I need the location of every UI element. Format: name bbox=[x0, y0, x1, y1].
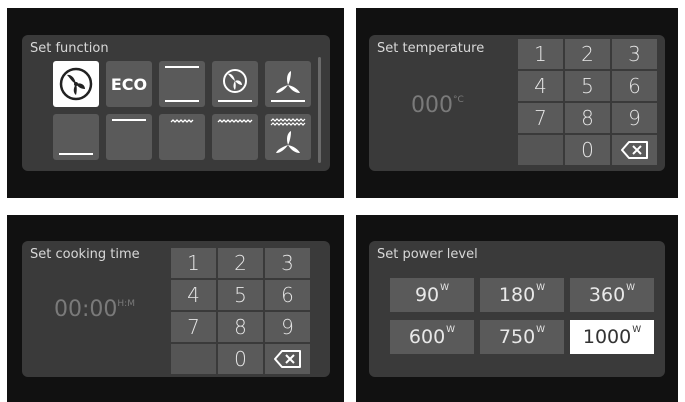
panel-title: Set function bbox=[30, 41, 109, 56]
top-bottom-heat-icon bbox=[165, 66, 199, 102]
panel-title: Set power level bbox=[377, 247, 478, 262]
top-heat-icon bbox=[112, 119, 146, 121]
grill-button[interactable] bbox=[159, 114, 205, 160]
power-level-360-button[interactable]: 360 W bbox=[570, 278, 654, 312]
fan-grill-icon bbox=[271, 71, 305, 102]
grill-fan-button[interactable] bbox=[265, 114, 311, 160]
digit-key-6[interactable]: 6 bbox=[612, 71, 657, 101]
power-panel: Set power level 90 W 180 W 360 W 600 W 750 W 1000 W bbox=[369, 241, 665, 377]
power-level-unit: W bbox=[440, 283, 450, 293]
top-heat-button[interactable] bbox=[106, 114, 152, 160]
temperature-readout: 000°C bbox=[411, 93, 464, 118]
digit-key-8[interactable]: 8 bbox=[565, 103, 610, 133]
digit-key-1[interactable]: 1 bbox=[171, 248, 216, 278]
panel-title: Set temperature bbox=[377, 41, 485, 56]
power-level-value: 180 bbox=[498, 284, 536, 306]
top-bottom-heat-button[interactable] bbox=[159, 61, 205, 107]
eco-label: ECO bbox=[110, 74, 148, 94]
temperature-unit: °C bbox=[453, 95, 464, 105]
temperature-screen: Set temperature 000°C 123 456 7890 bbox=[356, 8, 678, 198]
time-unit: H:M bbox=[117, 299, 135, 309]
blank-key[interactable] bbox=[518, 135, 563, 165]
power-level-750-button[interactable]: 750 W bbox=[480, 320, 564, 354]
power-screen: Set power level 90 W 180 W 360 W 600 W 750 W 1000 W bbox=[356, 215, 678, 402]
eco-function-button[interactable]: ECO bbox=[106, 61, 152, 107]
function-scrollbar[interactable] bbox=[318, 57, 321, 163]
power-level-90-button[interactable]: 90 W bbox=[390, 278, 474, 312]
backspace-icon bbox=[273, 350, 301, 368]
fan-icon bbox=[59, 67, 93, 101]
power-level-value: 90 bbox=[414, 284, 440, 306]
digit-key-0[interactable]: 0 bbox=[565, 135, 610, 165]
function-panel: Set function ECO bbox=[22, 35, 330, 171]
power-level-180-button[interactable]: 180 W bbox=[480, 278, 564, 312]
digit-key-6[interactable]: 6 bbox=[265, 280, 310, 310]
digit-key-7[interactable]: 7 bbox=[518, 103, 563, 133]
digit-key-7[interactable]: 7 bbox=[171, 312, 216, 342]
power-level-value: 750 bbox=[498, 326, 536, 348]
bottom-heat-button[interactable] bbox=[53, 114, 99, 160]
digit-key-9[interactable]: 9 bbox=[265, 312, 310, 342]
panel-title: Set cooking time bbox=[30, 247, 140, 262]
digit-key-4[interactable]: 4 bbox=[518, 71, 563, 101]
power-level-unit: W bbox=[536, 325, 546, 335]
digit-key-4[interactable]: 4 bbox=[171, 280, 216, 310]
grill-fan-icon bbox=[270, 118, 306, 153]
grill-icon bbox=[170, 119, 194, 123]
power-level-unit: W bbox=[446, 325, 456, 335]
digit-key-2[interactable]: 2 bbox=[218, 248, 263, 278]
double-grill-icon bbox=[217, 119, 253, 123]
fan-function-button[interactable] bbox=[53, 61, 99, 107]
power-level-unit: W bbox=[626, 283, 636, 293]
power-level-value: 360 bbox=[588, 284, 626, 306]
power-level-value: 1000 bbox=[582, 326, 632, 348]
time-panel: Set cooking time 00:00H:M 123 456 7890 bbox=[22, 241, 330, 377]
power-level-1000-button[interactable]: 1000 W bbox=[570, 320, 654, 354]
digit-key-3[interactable]: 3 bbox=[265, 248, 310, 278]
double-grill-button[interactable] bbox=[212, 114, 258, 160]
digit-key-5[interactable]: 5 bbox=[565, 71, 610, 101]
power-level-600-button[interactable]: 600 W bbox=[390, 320, 474, 354]
digit-key-0[interactable]: 0 bbox=[218, 344, 263, 374]
time-readout: 00:00H:M bbox=[54, 297, 135, 322]
bottom-heat-icon bbox=[59, 153, 93, 155]
fan-bottom-heat-button[interactable] bbox=[212, 61, 258, 107]
digit-key-9[interactable]: 9 bbox=[612, 103, 657, 133]
power-level-unit: W bbox=[632, 325, 642, 335]
power-level-value: 600 bbox=[408, 326, 446, 348]
fan-bottom-heat-icon bbox=[218, 69, 252, 102]
backspace-icon bbox=[620, 141, 648, 159]
digit-key-1[interactable]: 1 bbox=[518, 39, 563, 69]
digit-key-8[interactable]: 8 bbox=[218, 312, 263, 342]
function-screen: Set function ECO bbox=[7, 8, 344, 198]
digit-key-3[interactable]: 3 bbox=[612, 39, 657, 69]
time-value: 00:00 bbox=[54, 297, 118, 322]
backspace-key[interactable] bbox=[265, 344, 310, 374]
blank-key[interactable] bbox=[171, 344, 216, 374]
backspace-key[interactable] bbox=[612, 135, 657, 165]
temperature-panel: Set temperature 000°C 123 456 7890 bbox=[369, 35, 665, 171]
digit-key-5[interactable]: 5 bbox=[218, 280, 263, 310]
temperature-value: 000 bbox=[411, 93, 453, 118]
digit-key-2[interactable]: 2 bbox=[565, 39, 610, 69]
fan-grill-button[interactable] bbox=[265, 61, 311, 107]
time-screen: Set cooking time 00:00H:M 123 456 7890 bbox=[7, 215, 344, 402]
power-level-unit: W bbox=[536, 283, 546, 293]
